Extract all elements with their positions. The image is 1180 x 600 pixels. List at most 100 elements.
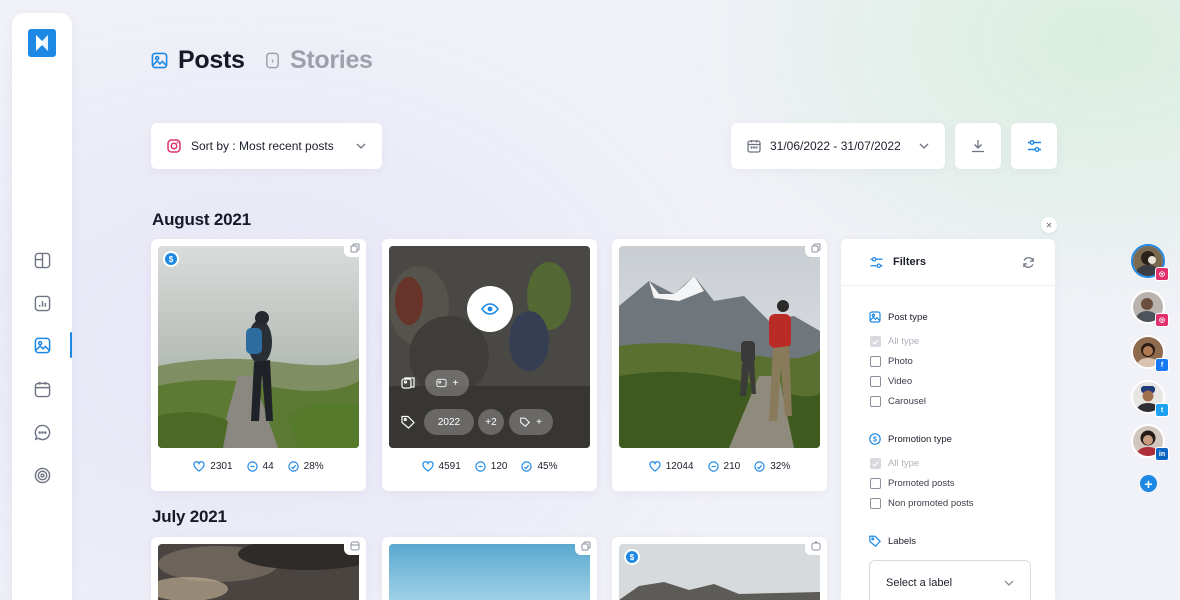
filter-option-all-type: All type	[870, 336, 919, 347]
sidebar-item-messages[interactable]	[30, 420, 54, 444]
image-icon	[869, 311, 881, 323]
filter-option-video[interactable]: Video	[870, 376, 912, 387]
post-image[interactable]	[619, 544, 820, 600]
chevron-down-icon	[356, 143, 366, 149]
twitter-badge-icon: t	[1155, 403, 1169, 417]
sliders-icon	[870, 256, 883, 268]
filter-option-photo[interactable]: Photo	[870, 356, 913, 367]
filters-header: Filters	[841, 239, 1055, 286]
sidebar-item-dashboard[interactable]	[30, 248, 54, 272]
sidebar-item-posts[interactable]	[30, 333, 54, 357]
filter-toggle-button[interactable]	[1011, 123, 1057, 169]
post-card[interactable]: $ 2301 44 28%	[151, 239, 366, 491]
date-range-picker[interactable]: 31/06/2022 - 31/07/2022	[731, 123, 945, 169]
close-filters-button[interactable]: ✕	[1041, 217, 1057, 233]
add-media-button[interactable]: +	[425, 370, 469, 396]
filter-option-all-promotion: All type	[870, 458, 919, 469]
month-heading: July 2021	[152, 507, 227, 526]
labels-section: Labels	[869, 535, 916, 547]
account-avatar[interactable]: t	[1131, 380, 1169, 417]
post-card[interactable]: $	[612, 537, 827, 600]
label-select[interactable]: Select a label	[869, 560, 1031, 600]
month-heading: August 2021	[152, 210, 251, 229]
more-labels-chip[interactable]: +2	[478, 409, 504, 435]
post-card[interactable]	[151, 537, 366, 600]
app-logo[interactable]	[28, 29, 56, 57]
likes-count: 12044	[665, 461, 694, 472]
promoted-badge: $	[163, 251, 179, 267]
engagement-rate: 45%	[537, 461, 558, 472]
filter-option-promoted[interactable]: Promoted posts	[870, 478, 955, 489]
post-image[interactable]	[389, 544, 590, 600]
comment-icon	[707, 461, 719, 472]
post-image[interactable]: + 2022 +2 +	[389, 246, 590, 448]
account-avatar[interactable]: in	[1131, 424, 1169, 461]
engagement-rate: 32%	[770, 461, 791, 472]
comment-icon	[246, 461, 258, 472]
comments-count: 210	[723, 461, 741, 472]
calendar-icon	[34, 381, 50, 397]
promoted-badge: $	[624, 549, 640, 565]
dollar-circle-icon: $	[869, 433, 881, 445]
add-label-button[interactable]: +	[509, 409, 553, 435]
sidebar-item-listening[interactable]	[30, 463, 54, 487]
media-icon-wrap	[401, 376, 415, 390]
heart-icon	[649, 461, 661, 472]
active-indicator	[70, 332, 72, 358]
story-icon	[266, 52, 279, 69]
checkbox	[870, 336, 881, 347]
checkbox[interactable]	[870, 356, 881, 367]
view-post-button[interactable]	[467, 286, 513, 332]
post-card[interactable]	[382, 537, 597, 600]
instagram-badge-icon: ◎	[1155, 267, 1169, 281]
label-chip-text: 2022	[437, 416, 461, 428]
label-chip[interactable]: 2022	[424, 409, 474, 435]
post-image[interactable]	[619, 246, 820, 448]
eye-icon	[481, 303, 499, 315]
post-type-section: Post type	[869, 311, 928, 323]
tab-label: Stories	[290, 46, 373, 74]
sort-label: Sort by : Most recent posts	[191, 139, 334, 153]
story-badge-icon	[350, 541, 360, 551]
checkbox	[870, 458, 881, 469]
engagement-icon	[754, 461, 765, 472]
checkbox[interactable]	[870, 396, 881, 407]
sidebar-item-analytics[interactable]	[30, 291, 54, 315]
chat-icon	[34, 424, 50, 440]
tag-icon	[401, 415, 415, 429]
post-card[interactable]: + 2022 +2 + 4591 120 45%	[382, 239, 597, 491]
checkbox[interactable]	[870, 478, 881, 489]
carousel-icon	[581, 541, 591, 551]
checkbox[interactable]	[870, 376, 881, 387]
checkbox[interactable]	[870, 498, 881, 509]
post-image[interactable]	[158, 544, 359, 600]
post-type-badge	[805, 537, 827, 555]
label-select-placeholder: Select a label	[886, 577, 953, 589]
add-account-button[interactable]: +	[1140, 475, 1157, 492]
sidebar-item-calendar[interactable]	[30, 377, 54, 401]
post-card[interactable]: 12044 210 32%	[612, 239, 827, 491]
account-avatar[interactable]: f	[1131, 335, 1169, 372]
calendar-icon	[747, 140, 761, 153]
check-icon	[872, 461, 879, 467]
post-image[interactable]	[158, 246, 359, 448]
svg-text:$: $	[873, 437, 877, 444]
account-avatar[interactable]: ◎	[1131, 244, 1169, 281]
instagram-badge-icon: ◎	[1155, 313, 1169, 327]
tab-posts[interactable]: Posts	[151, 46, 245, 75]
tab-stories[interactable]: Stories	[265, 46, 373, 75]
comments-count: 44	[262, 461, 274, 472]
post-type-badge	[575, 537, 597, 555]
refresh-icon[interactable]	[1022, 256, 1035, 269]
tab-label: Posts	[178, 46, 245, 74]
filter-option-carousel[interactable]: Carousel	[870, 396, 926, 407]
chart-icon	[34, 295, 50, 311]
download-button[interactable]	[955, 123, 1001, 169]
post-stats: 2301 44 28%	[151, 461, 366, 472]
likes-count: 2301	[210, 461, 233, 472]
account-avatar[interactable]: ◎	[1131, 290, 1169, 327]
filter-option-non-promoted[interactable]: Non promoted posts	[870, 498, 974, 509]
sidebar	[12, 13, 72, 600]
media-icon	[401, 377, 415, 389]
sort-dropdown[interactable]: Sort by : Most recent posts	[151, 123, 382, 169]
